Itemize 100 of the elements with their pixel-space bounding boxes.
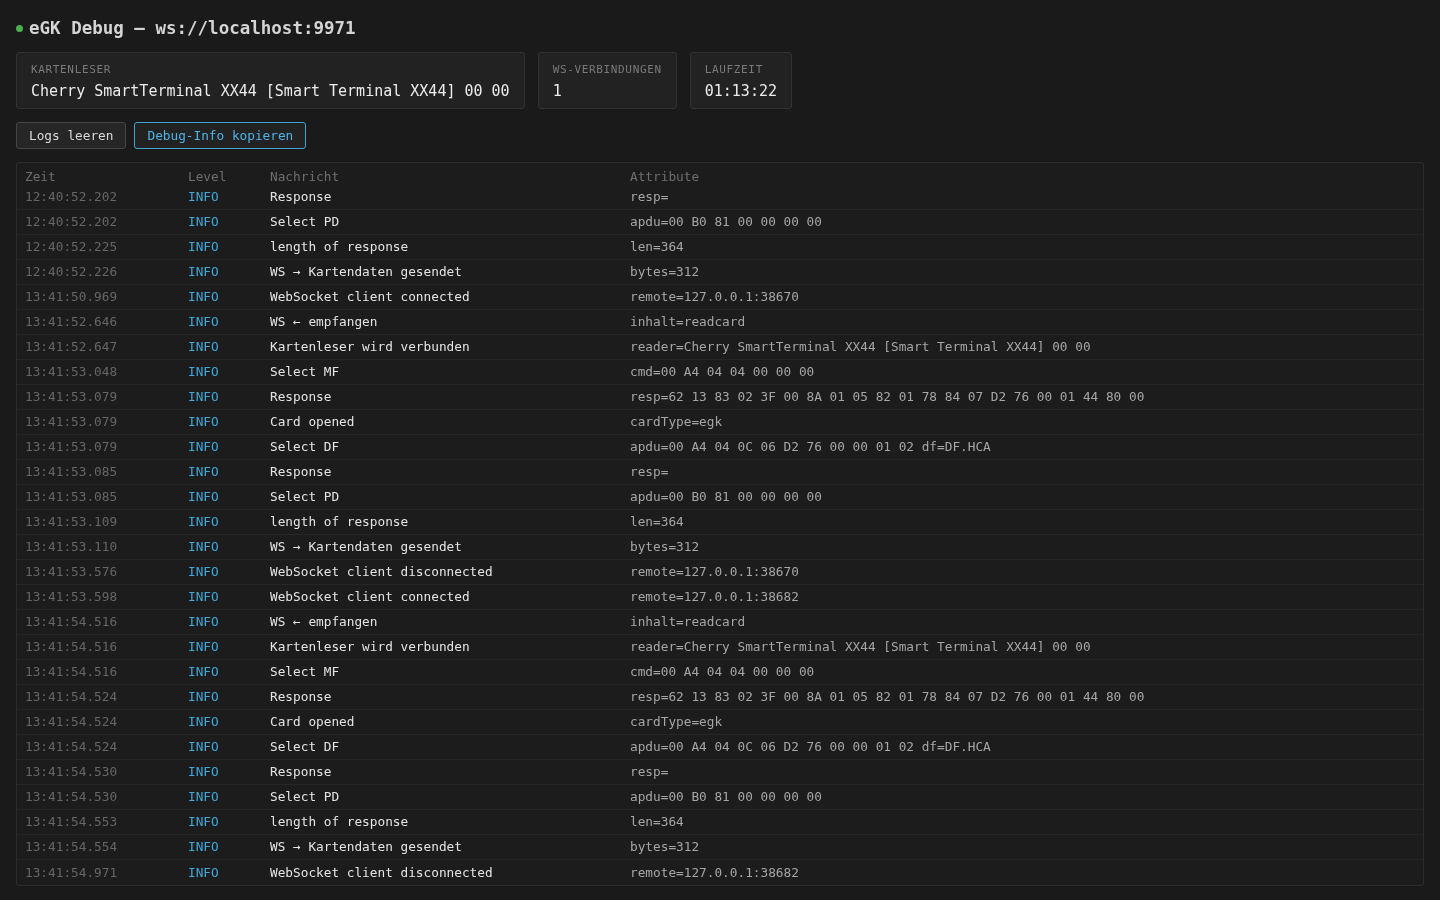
log-attributes: inhalt=readcard — [630, 614, 746, 630]
timestamp: 13:41:53.576 — [25, 564, 118, 580]
log-attributes: cmd=00 A4 04 04 00 00 00 — [630, 664, 815, 680]
timestamp: 13:41:54.524 — [25, 739, 118, 755]
timestamp: 13:41:53.079 — [25, 389, 118, 405]
log-message: WebSocket client connected — [270, 589, 470, 605]
log-attributes: len=364 — [630, 814, 684, 830]
log-attributes: apdu=00 A4 04 0C 06 D2 76 00 00 01 02 df=DF.HCA — [630, 739, 991, 755]
log-attributes: cmd=00 A4 04 04 00 00 00 — [630, 364, 815, 380]
log-message: Card opened — [270, 414, 355, 430]
log-message: Response — [270, 464, 332, 480]
log-level: INFO — [188, 214, 219, 230]
timestamp: 13:41:52.647 — [25, 339, 118, 355]
log-attributes: bytes=312 — [630, 839, 700, 855]
log-level: INFO — [188, 714, 219, 730]
timestamp: 12:40:52.202 — [25, 214, 118, 230]
log-attributes: remote=127.0.0.1:38682 — [630, 864, 799, 881]
log-attributes: remote=127.0.0.1:38682 — [630, 589, 799, 605]
log-attributes: inhalt=readcard — [630, 314, 746, 330]
log-level: INFO — [188, 814, 219, 830]
log-attributes: resp= — [630, 189, 669, 205]
log-message: Select MF — [270, 664, 340, 680]
log-attributes: apdu=00 B0 81 00 00 00 00 — [630, 214, 822, 230]
log-level: INFO — [188, 264, 219, 280]
timestamp: 13:41:53.079 — [25, 439, 118, 455]
log-level: INFO — [188, 239, 219, 255]
log-message: WS → Kartendaten gesendet — [270, 539, 462, 555]
stat-value: Cherry SmartTerminal XX44 [Smart Terminal XX44] 00 00 — [31, 81, 510, 101]
timestamp: 12:40:52.202 — [25, 189, 118, 205]
log-level: INFO — [188, 389, 219, 405]
log-message: Card opened — [270, 714, 355, 730]
log-attributes: len=364 — [630, 514, 684, 530]
log-level: INFO — [188, 289, 219, 305]
log-level: INFO — [188, 464, 219, 480]
log-level: INFO — [188, 564, 219, 580]
copy-debug-button[interactable]: Debug-Info kopieren — [134, 122, 307, 149]
log-attributes: remote=127.0.0.1:38670 — [630, 564, 799, 580]
log-level: INFO — [188, 664, 219, 680]
timestamp: 13:41:54.516 — [25, 639, 118, 655]
log-message: Select PD — [270, 789, 340, 805]
stat-label: LAUFZEIT — [704, 63, 764, 77]
page-title: eGK Debug — ws://localhost:9971 — [29, 17, 356, 40]
log-level: INFO — [188, 839, 219, 855]
log-level: INFO — [188, 789, 219, 805]
timestamp: 13:41:52.646 — [25, 314, 118, 330]
log-level: INFO — [188, 639, 219, 655]
clear-logs-button[interactable]: Logs leeren — [16, 122, 127, 149]
log-attributes: reader=Cherry SmartTerminal XX44 [Smart Terminal XX44] 00 00 — [630, 639, 1091, 655]
column-header: Attribute — [630, 169, 700, 185]
log-message: WebSocket client disconnected — [270, 864, 493, 881]
log-message: length of response — [270, 514, 409, 530]
timestamp: 13:41:53.109 — [25, 514, 118, 530]
log-attributes: cardType=egk — [630, 414, 723, 430]
timestamp: 13:41:54.553 — [25, 814, 118, 830]
timestamp: 13:41:54.516 — [25, 664, 118, 680]
log-message: Response — [270, 764, 332, 780]
log-level: INFO — [188, 189, 219, 205]
log-level: INFO — [188, 364, 219, 380]
log-attributes: resp=62 13 83 02 3F 00 8A 01 05 82 01 78 84 07 D2 76 00 01 44 80 00 — [630, 389, 1145, 405]
timestamp: 13:41:53.048 — [25, 364, 118, 380]
log-level: INFO — [188, 614, 219, 630]
log-message: Kartenleser wird verbunden — [270, 339, 470, 355]
timestamp: 13:41:53.085 — [25, 489, 118, 505]
stat-label: WS-VERBINDUNGEN — [552, 63, 662, 77]
log-message: Kartenleser wird verbunden — [270, 639, 470, 655]
log-attributes: apdu=00 B0 81 00 00 00 00 — [630, 789, 822, 805]
log-attributes: bytes=312 — [630, 264, 700, 280]
log-message: WS → Kartendaten gesendet — [270, 264, 462, 280]
log-level: INFO — [188, 489, 219, 505]
log-message: WS ← empfangen — [270, 614, 378, 630]
log-message: length of response — [270, 814, 409, 830]
log-attributes: len=364 — [630, 239, 684, 255]
log-level: INFO — [188, 864, 219, 881]
log-message: Response — [270, 389, 332, 405]
stat-label: KARTENLESER — [31, 63, 112, 77]
log-level: INFO — [188, 739, 219, 755]
timestamp: 13:41:54.554 — [25, 839, 118, 855]
timestamp: 13:41:54.524 — [25, 714, 118, 730]
timestamp: 13:41:53.079 — [25, 414, 118, 430]
log-message: Select PD — [270, 214, 340, 230]
log-message: Response — [270, 189, 332, 205]
log-attributes: cardType=egk — [630, 714, 723, 730]
log-attributes: apdu=00 B0 81 00 00 00 00 — [630, 489, 822, 505]
timestamp: 13:41:54.971 — [25, 864, 118, 881]
log-level: INFO — [188, 439, 219, 455]
timestamp: 13:41:54.516 — [25, 614, 118, 630]
log-attributes: reader=Cherry SmartTerminal XX44 [Smart Terminal XX44] 00 00 — [630, 339, 1091, 355]
log-message: Select MF — [270, 364, 340, 380]
log-level: INFO — [188, 414, 219, 430]
stat-value: 1 — [552, 81, 563, 101]
log-level: INFO — [188, 514, 219, 530]
log-attributes: remote=127.0.0.1:38670 — [630, 289, 799, 305]
log-attributes: resp= — [630, 764, 669, 780]
log-message: WS ← empfangen — [270, 314, 378, 330]
log-message: Select PD — [270, 489, 340, 505]
timestamp: 13:41:53.085 — [25, 464, 118, 480]
log-message: WebSocket client disconnected — [270, 564, 493, 580]
log-attributes: resp= — [630, 464, 669, 480]
timestamp: 12:40:52.226 — [25, 264, 118, 280]
timestamp: 13:41:54.530 — [25, 789, 118, 805]
